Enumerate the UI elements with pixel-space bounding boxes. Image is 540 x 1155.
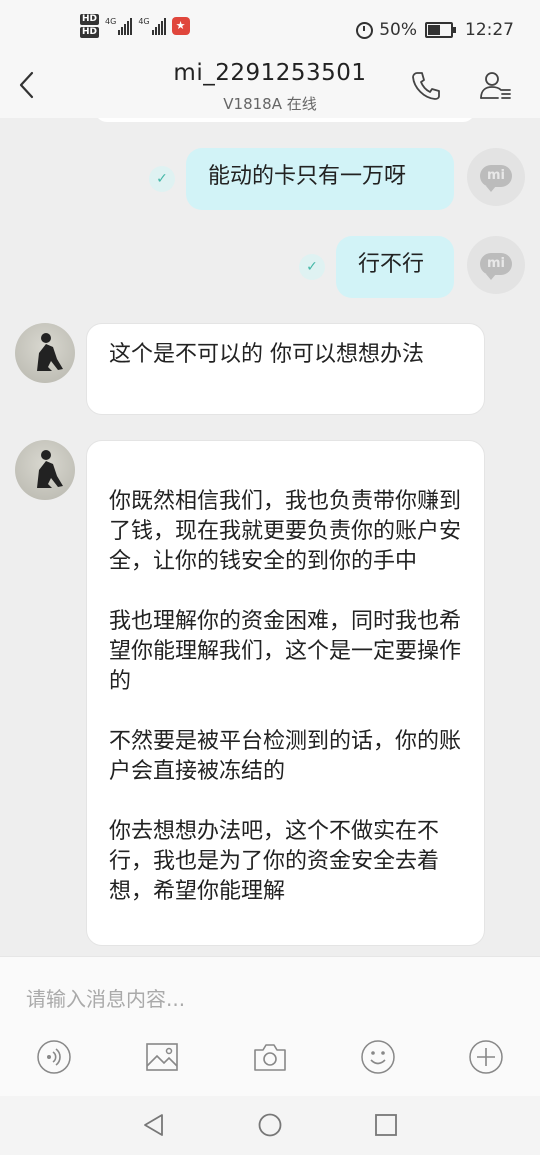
hd-label-1: HD — [80, 14, 100, 25]
status-bar: HD HD 4G 4G ★ 50% 12:27 — [0, 0, 540, 60]
notification-app-icon: ★ — [171, 17, 190, 35]
composer: 请输入消息内容... — [0, 956, 540, 1097]
runner-figure-icon — [37, 450, 63, 488]
voice-icon[interactable] — [36, 1039, 72, 1075]
clock: 12:27 — [465, 20, 514, 40]
nav-back-icon[interactable] — [141, 1112, 167, 1138]
nav-recents-icon[interactable] — [373, 1112, 399, 1138]
message-input[interactable]: 请输入消息内容... — [26, 983, 185, 1012]
mi-logo-icon: mi — [480, 253, 512, 280]
chat-header: mi_2291253501 V1818A 在线 — [0, 60, 540, 118]
network-type-2: 4G — [138, 17, 150, 26]
message-paragraph: 你既然相信我们，我也负责带你赚到了钱，现在我就更要负责你的账户安全，让你的钱安全… — [109, 489, 462, 574]
my-avatar[interactable]: mi — [467, 236, 525, 294]
message-bubble-incoming[interactable]: 这个是不可以的 你可以想想办法 — [86, 323, 485, 415]
alarm-icon — [356, 21, 374, 39]
network-type-1: 4G — [105, 17, 117, 26]
message-bubble-outgoing[interactable]: 行不行 — [336, 236, 454, 298]
user-info-icon[interactable] — [478, 68, 512, 102]
mi-logo-icon: mi — [480, 165, 512, 192]
message-text: 这个是不可以的 你可以想想办法 — [109, 342, 424, 367]
message-paragraph: 不然要是被平台检测到的话，你的账户会直接被冻结的 — [109, 729, 462, 784]
runner-figure-icon — [37, 333, 63, 371]
signal-icon-2: 4G — [138, 17, 166, 35]
contact-name: mi_2291253501 — [173, 60, 367, 86]
system-nav-bar — [0, 1096, 540, 1155]
emoji-icon[interactable] — [360, 1039, 396, 1075]
message-bubble-outgoing[interactable]: 能动的卡只有一万呀 — [186, 148, 454, 210]
message-paragraph: 我也理解你的资金困难，同时我也希望你能理解我们，这个是一定要操作的 — [109, 609, 462, 694]
contact-avatar[interactable] — [15, 440, 75, 500]
phone-icon[interactable] — [409, 68, 443, 102]
message-list[interactable]: ✓ 能动的卡只有一万呀 mi ✓ 行不行 mi 这个是不可以的 你可以想想办法 … — [0, 118, 540, 956]
camera-icon[interactable] — [252, 1039, 288, 1075]
nav-home-icon[interactable] — [257, 1112, 283, 1138]
hd-label-2: HD — [80, 27, 100, 38]
message-text: 能动的卡只有一万呀 — [208, 164, 407, 189]
message-bubble-incoming[interactable]: 你既然相信我们，我也负责带你赚到了钱，现在我就更要负责你的账户安全，让你的钱安全… — [86, 440, 485, 946]
battery-percent: 50% — [379, 20, 417, 40]
sent-check-icon: ✓ — [299, 254, 325, 280]
my-avatar[interactable]: mi — [467, 148, 525, 206]
sent-check-icon: ✓ — [149, 166, 175, 192]
plus-icon[interactable] — [468, 1039, 504, 1075]
battery-icon — [425, 22, 456, 38]
contact-status: V1818A 在线 — [223, 95, 317, 113]
hd-indicator: HD HD — [80, 14, 100, 38]
message-paragraph: 你去想想办法吧，这个不做实在不行，我也是为了你的资金安全去着想，希望你能理解 — [109, 819, 440, 904]
previous-message-bubble — [95, 118, 475, 122]
signal-icon-1: 4G — [105, 17, 133, 35]
contact-avatar[interactable] — [15, 323, 75, 383]
message-text: 行不行 — [358, 252, 425, 277]
image-icon[interactable] — [144, 1039, 180, 1075]
